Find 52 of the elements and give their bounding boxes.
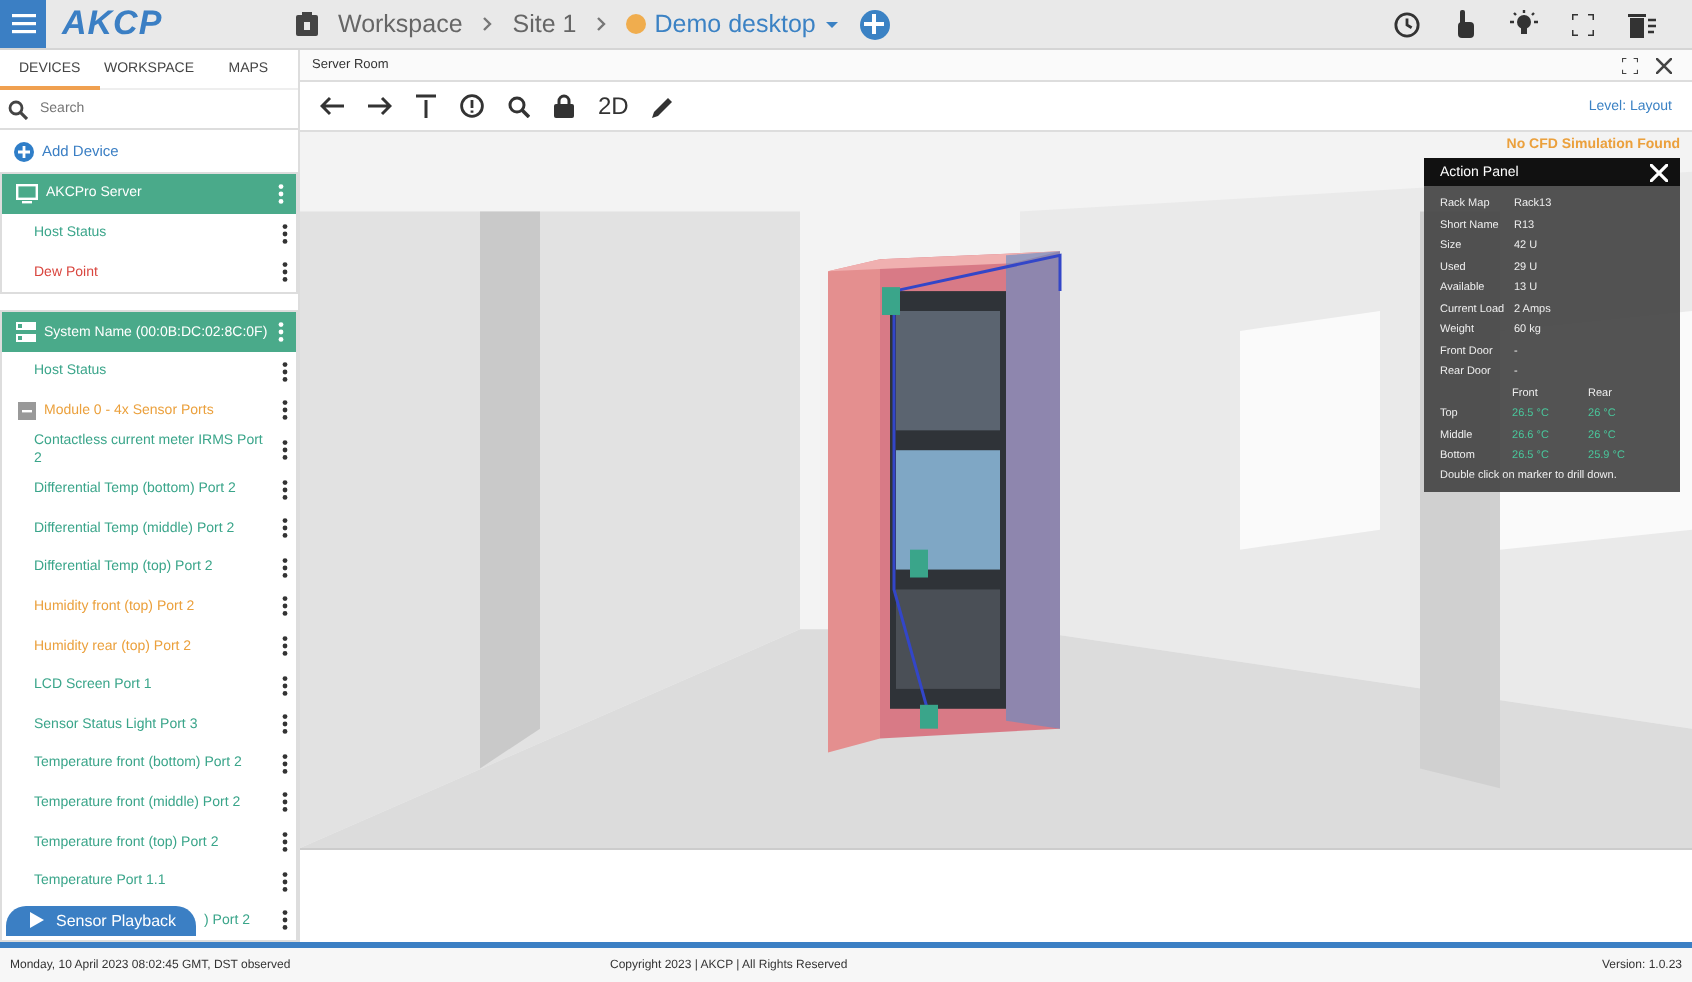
more-icon[interactable] — [282, 596, 288, 617]
more-icon[interactable] — [282, 714, 288, 735]
more-icon[interactable] — [282, 440, 288, 461]
bulb-icon[interactable] — [1510, 10, 1538, 38]
collapse-icon[interactable] — [18, 401, 36, 420]
server-room-3d-drawing[interactable] — [300, 132, 1692, 848]
search-icon[interactable] — [508, 95, 530, 117]
chevron-icon — [596, 16, 607, 32]
sensor-playback-button[interactable]: Sensor Playback — [6, 905, 197, 936]
add-button[interactable] — [859, 9, 890, 39]
fullscreen-icon[interactable] — [1572, 13, 1594, 35]
more-icon[interactable] — [282, 479, 288, 500]
caret-icon — [823, 19, 840, 29]
trash-icon[interactable] — [1628, 11, 1656, 37]
more-icon[interactable] — [282, 910, 288, 931]
more-icon[interactable] — [282, 361, 288, 382]
more-icon[interactable] — [282, 675, 288, 696]
monitor-icon — [16, 183, 38, 204]
lock-icon[interactable] — [554, 94, 574, 118]
back-arrow-icon[interactable] — [320, 96, 344, 116]
more-icon[interactable] — [282, 636, 288, 657]
fullscreen-icon[interactable] — [1622, 57, 1638, 73]
menu-button[interactable] — [0, 0, 46, 48]
play-icon — [30, 912, 44, 929]
pencil-icon[interactable] — [652, 95, 675, 117]
more-icon[interactable] — [282, 223, 288, 244]
more-icon[interactable] — [282, 871, 288, 892]
breadcrumb-dropdown[interactable]: Demo desktop — [626, 10, 840, 38]
more-icon[interactable] — [282, 262, 288, 283]
more-icon[interactable] — [282, 753, 288, 774]
more-icon[interactable] — [282, 557, 288, 578]
breadcrumb-link[interactable]: Site 1 — [512, 10, 577, 38]
device-unit-icon — [16, 322, 36, 343]
logo: AKCP — [62, 4, 165, 44]
clock-icon[interactable] — [1394, 11, 1420, 37]
plus-icon — [864, 14, 885, 34]
chevron-icon — [482, 16, 493, 32]
more-icon[interactable] — [282, 400, 288, 421]
more-icon[interactable] — [282, 792, 288, 813]
plus-circle-icon — [14, 141, 34, 162]
search-icon — [8, 99, 28, 120]
close-icon[interactable] — [1656, 57, 1672, 73]
hand-pointer-icon[interactable] — [1454, 10, 1476, 38]
menu-icon — [11, 14, 35, 34]
more-icon[interactable] — [282, 832, 288, 853]
alert-circle-icon[interactable] — [460, 94, 484, 118]
view-2d-button[interactable]: 2D — [598, 92, 629, 120]
more-icon[interactable] — [282, 518, 288, 539]
breadcrumb-link[interactable]: Workspace — [338, 10, 463, 38]
clipboard-icon — [296, 12, 318, 36]
align-top-icon[interactable] — [416, 94, 436, 118]
forward-arrow-icon[interactable] — [368, 96, 392, 116]
